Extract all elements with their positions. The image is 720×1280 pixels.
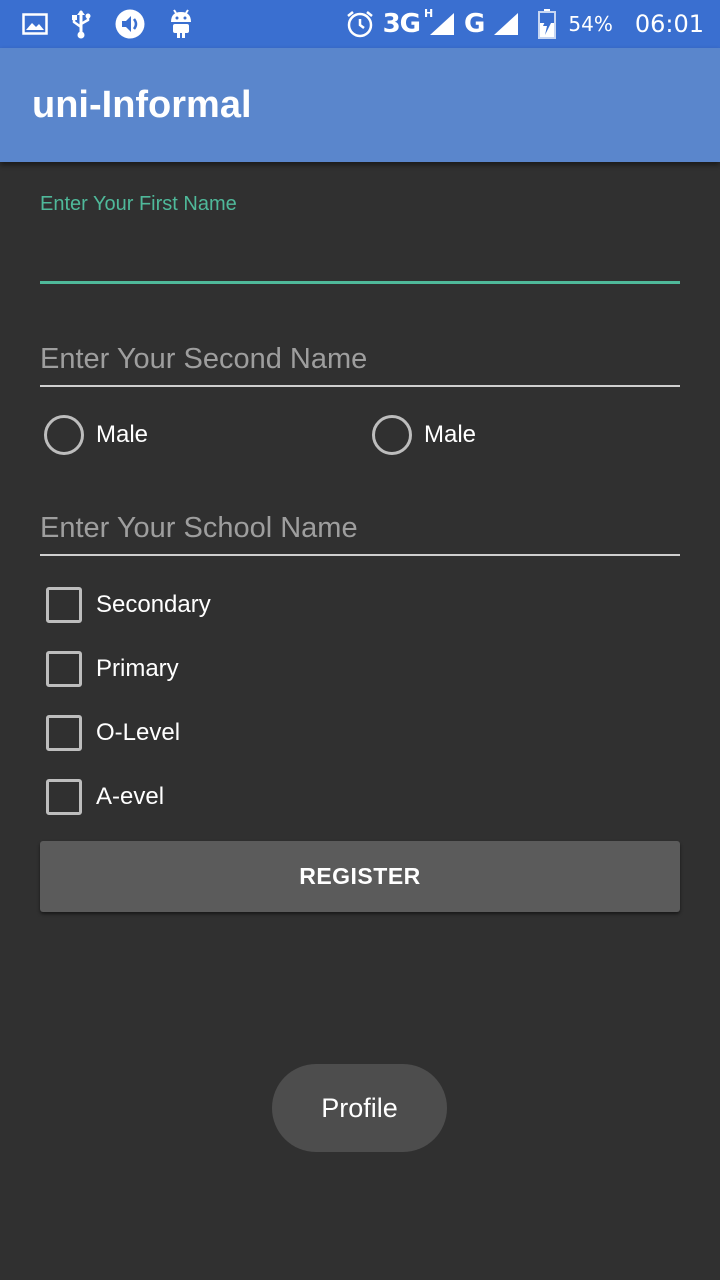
alarm-icon — [345, 9, 375, 39]
checkbox-icon[interactable] — [46, 715, 82, 751]
network-h-label: H — [424, 7, 434, 20]
checkbox-label: Secondary — [96, 591, 211, 618]
checkbox-o-level[interactable]: O-Level — [46, 715, 180, 751]
first-name-underline — [40, 281, 680, 284]
battery-percent: 54% — [568, 12, 613, 36]
second-name-field[interactable]: Enter Your Second Name — [40, 338, 680, 390]
network-g-label: G — [464, 9, 485, 39]
register-button[interactable]: REGISTER — [40, 841, 680, 912]
gender-radio-group: Male Male — [44, 415, 684, 459]
gender-radio-label: Male — [96, 421, 149, 448]
checkbox-icon[interactable] — [46, 587, 82, 623]
first-name-field[interactable]: Enter Your First Name — [40, 193, 680, 288]
radio-circle-icon[interactable] — [44, 415, 84, 455]
signal-3g: H — [424, 7, 456, 37]
battery-icon — [538, 9, 557, 39]
android-icon — [168, 8, 194, 40]
network-3g-label: 3G — [382, 9, 421, 39]
signal-strength-icon — [494, 13, 519, 35]
second-name-placeholder: Enter Your Second Name — [40, 343, 368, 375]
gender-radio-label: Male — [424, 421, 477, 448]
checkbox-icon[interactable] — [46, 651, 82, 687]
app-title: uni-Informal — [32, 83, 252, 126]
image-icon — [22, 13, 48, 35]
checkbox-icon[interactable] — [46, 779, 82, 815]
volume-icon — [114, 8, 146, 40]
first-name-label: Enter Your First Name — [40, 193, 237, 215]
checkbox-a-level[interactable]: A-evel — [46, 779, 164, 815]
usb-icon — [70, 9, 92, 39]
clock: 06:01 — [634, 10, 704, 38]
checkbox-secondary[interactable]: Secondary — [46, 587, 211, 623]
app-bar: uni-Informal — [0, 48, 720, 162]
checkbox-label: O-Level — [96, 719, 181, 746]
gender-radio-male-1[interactable]: Male — [44, 415, 148, 455]
radio-circle-icon[interactable] — [372, 415, 412, 455]
gender-radio-male-2[interactable]: Male — [372, 415, 476, 455]
school-name-placeholder: Enter Your School Name — [40, 512, 358, 544]
checkbox-primary[interactable]: Primary — [46, 651, 179, 687]
status-bar: 3G H G 54% 06:01 — [0, 0, 720, 48]
school-name-field[interactable]: Enter Your School Name — [40, 507, 680, 559]
second-name-underline — [40, 385, 680, 387]
status-bar-system: 3G H G 54% 06:01 — [345, 0, 704, 48]
school-name-underline — [40, 554, 680, 556]
checkbox-label: A-evel — [96, 783, 165, 810]
status-bar-notifications — [0, 8, 194, 40]
profile-button[interactable]: Profile — [272, 1064, 447, 1152]
checkbox-label: Primary — [96, 655, 179, 682]
